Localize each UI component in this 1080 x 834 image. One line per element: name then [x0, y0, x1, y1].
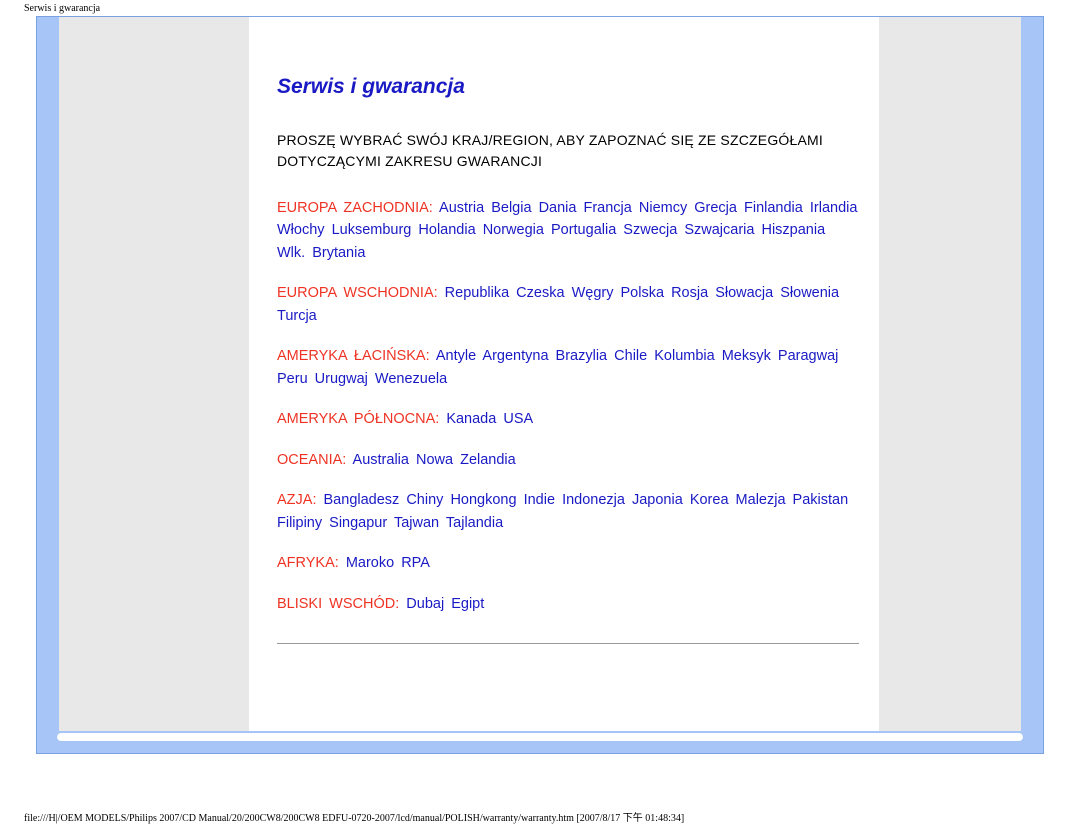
country-link[interactable]: Polska: [621, 285, 665, 301]
country-link[interactable]: Węgry: [572, 285, 614, 301]
bottom-scroll-bar: [57, 733, 1023, 741]
country-link[interactable]: Meksyk: [722, 348, 771, 364]
country-link[interactable]: Słowacja: [715, 285, 773, 301]
separator-line: [277, 643, 859, 644]
region-block: OCEANIA: Australia Nowa Zelandia: [277, 449, 859, 471]
page-title: Serwis i gwarancja: [277, 71, 859, 104]
country-link[interactable]: Austria: [439, 200, 484, 216]
content-panel: Serwis i gwarancja PROSZĘ WYBRAĆ SWÓJ KR…: [249, 17, 879, 731]
instruction-text: PROSZĘ WYBRAĆ SWÓJ KRAJ/REGION, ABY ZAPO…: [277, 130, 859, 173]
country-link[interactable]: Słowenia: [780, 285, 839, 301]
region-block: EUROPA ZACHODNIA: Austria Belgia Dania F…: [277, 197, 859, 264]
country-link[interactable]: Tajlandia: [446, 515, 503, 531]
country-link[interactable]: Finlandia: [744, 200, 803, 216]
region-label: EUROPA ZACHODNIA:: [277, 200, 433, 216]
country-link[interactable]: Indie: [524, 492, 555, 508]
region-block: AMERYKA ŁACIŃSKA: Antyle Argentyna Brazy…: [277, 345, 859, 390]
country-link[interactable]: Japonia: [632, 492, 683, 508]
country-link[interactable]: Chiny: [406, 492, 443, 508]
country-link[interactable]: Kanada: [446, 411, 496, 427]
country-link[interactable]: Australia: [353, 452, 409, 468]
region-block: AFRYKA: Maroko RPA: [277, 552, 859, 574]
country-link[interactable]: Korea: [690, 492, 729, 508]
country-link[interactable]: Szwajcaria: [684, 222, 754, 238]
country-link[interactable]: Peru: [277, 371, 308, 387]
page-header-label: Serwis i gwarancja: [24, 3, 100, 14]
region-label: AMERYKA ŁACIŃSKA:: [277, 348, 430, 364]
country-link[interactable]: Malezja: [736, 492, 786, 508]
country-link[interactable]: Paragwaj: [778, 348, 838, 364]
country-link[interactable]: Hiszpania: [761, 222, 825, 238]
region-label: BLISKI WSCHÓD:: [277, 596, 399, 612]
country-link[interactable]: Belgia: [491, 200, 531, 216]
country-link[interactable]: Luksemburg: [332, 222, 412, 238]
region-block: AZJA: Bangladesz Chiny Hongkong Indie In…: [277, 489, 859, 534]
country-link[interactable]: Kolumbia: [654, 348, 714, 364]
country-link[interactable]: Rosja: [671, 285, 708, 301]
country-link[interactable]: Grecja: [694, 200, 737, 216]
region-label: OCEANIA:: [277, 452, 346, 468]
country-link[interactable]: Niemcy: [639, 200, 687, 216]
country-link[interactable]: Tajwan: [394, 515, 439, 531]
region-label: EUROPA WSCHODNIA:: [277, 285, 438, 301]
region-label: AZJA:: [277, 492, 316, 508]
country-link[interactable]: RPA: [401, 555, 430, 571]
country-link[interactable]: Argentyna: [482, 348, 548, 364]
region-label: AMERYKA PÓŁNOCNA:: [277, 411, 439, 427]
inner-frame: Serwis i gwarancja PROSZĘ WYBRAĆ SWÓJ KR…: [59, 17, 1021, 731]
region-label: AFRYKA:: [277, 555, 339, 571]
country-link[interactable]: Egipt: [451, 596, 484, 612]
country-link[interactable]: Pakistan: [793, 492, 849, 508]
country-link[interactable]: Holandia: [418, 222, 475, 238]
country-link[interactable]: Szwecja: [623, 222, 677, 238]
country-link[interactable]: Antyle: [436, 348, 476, 364]
country-link[interactable]: Bangladesz: [324, 492, 400, 508]
country-link[interactable]: Singapur: [329, 515, 387, 531]
region-block: BLISKI WSCHÓD: Dubaj Egipt: [277, 593, 859, 615]
country-link[interactable]: Dania: [539, 200, 577, 216]
outer-frame: Serwis i gwarancja PROSZĘ WYBRAĆ SWÓJ KR…: [36, 16, 1044, 754]
country-link[interactable]: Chile: [614, 348, 647, 364]
footer-file-path: file:///H|/OEM MODELS/Philips 2007/CD Ma…: [24, 809, 684, 824]
country-link[interactable]: Hongkong: [450, 492, 516, 508]
country-link[interactable]: Maroko: [346, 555, 394, 571]
country-link[interactable]: Norwegia: [483, 222, 544, 238]
country-link[interactable]: Wenezuela: [375, 371, 447, 387]
country-link[interactable]: Turcja: [277, 308, 317, 324]
country-link[interactable]: Włochy: [277, 222, 325, 238]
region-block: AMERYKA PÓŁNOCNA: Kanada USA: [277, 408, 859, 430]
country-link[interactable]: Indonezja: [562, 492, 625, 508]
region-block: EUROPA WSCHODNIA: Republika Czeska Węgry…: [277, 282, 859, 327]
country-link[interactable]: Wlk. Brytania: [277, 245, 365, 261]
country-link[interactable]: Dubaj: [406, 596, 444, 612]
country-link[interactable]: Francja: [583, 200, 631, 216]
country-link[interactable]: Nowa Zelandia: [416, 452, 516, 468]
content-area: Serwis i gwarancja PROSZĘ WYBRAĆ SWÓJ KR…: [249, 17, 879, 664]
country-link[interactable]: Urugwaj: [315, 371, 368, 387]
country-link[interactable]: USA: [503, 411, 533, 427]
country-link[interactable]: Irlandia: [810, 200, 858, 216]
country-link[interactable]: Filipiny: [277, 515, 322, 531]
country-link[interactable]: Portugalia: [551, 222, 616, 238]
country-link[interactable]: Brazylia: [556, 348, 608, 364]
country-link[interactable]: Republika Czeska: [445, 285, 565, 301]
